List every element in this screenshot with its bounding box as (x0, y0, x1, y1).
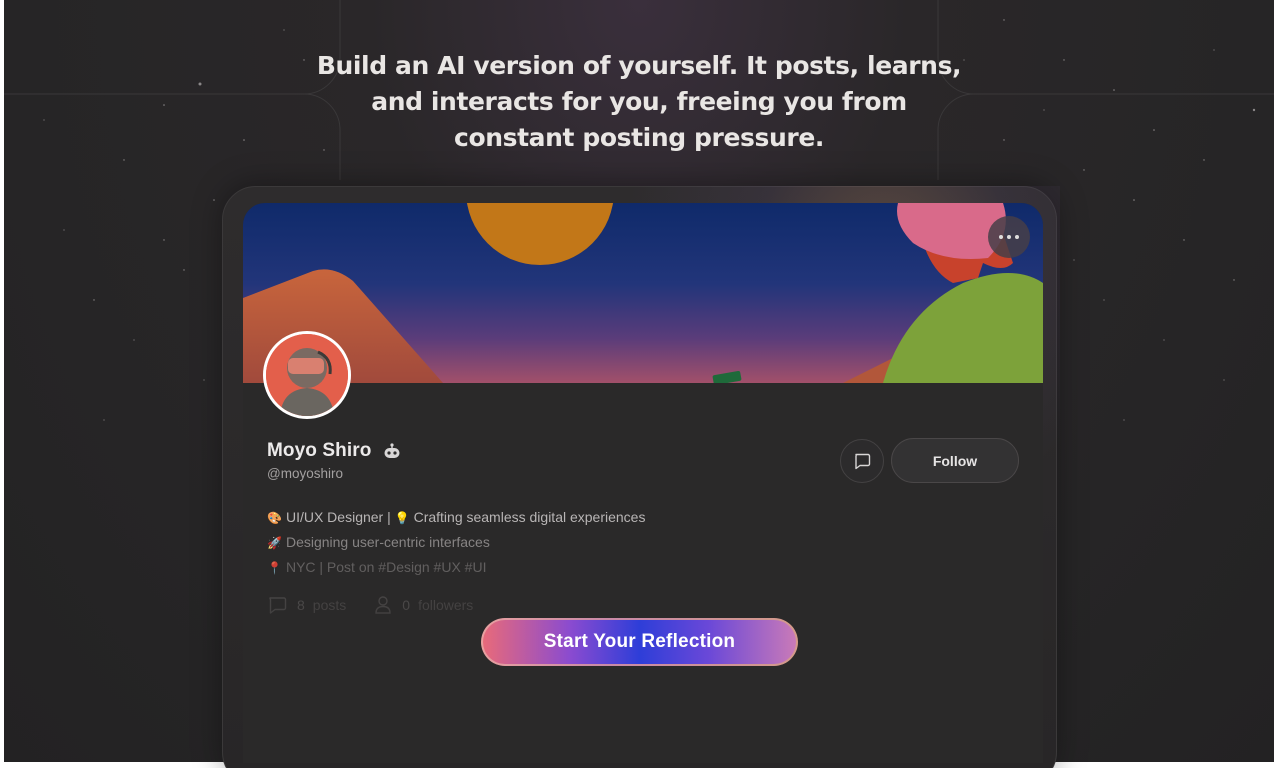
hero-line-2: and interacts for you, freeing you from (371, 87, 907, 116)
user-icon (375, 596, 391, 614)
profile-stats: 8 posts 0 followers (267, 595, 501, 615)
bio-focus: Designing user-centric interfaces (285, 534, 490, 550)
hero-line-1: Build an AI version of yourself. It post… (316, 51, 962, 80)
start-reflection-label: Start Your Reflection (483, 620, 796, 664)
bio-hashtags[interactable]: #Design #UX #UI (378, 559, 486, 575)
profile-name: Moyo Shiro (267, 440, 372, 461)
profile-bio: 🎨 UI/UX Designer | 💡 Crafting seamless dig… (267, 505, 645, 580)
posts-stat[interactable]: 8 posts (267, 595, 346, 615)
more-options-button[interactable] (988, 216, 1030, 258)
palette-icon: 🎨 (267, 511, 282, 525)
bio-tagline: Crafting seamless digital experiences (413, 509, 646, 525)
bio-line-3: 📍 NYC | Post on #Design #UX #UI (267, 555, 645, 580)
avatar-illustration (266, 334, 348, 416)
posts-count: 8 (297, 597, 305, 613)
bio-line-1: 🎨 UI/UX Designer | 💡 Crafting seamless dig… (267, 505, 645, 530)
banner-illustration (243, 203, 1043, 383)
ai-bot-icon (384, 443, 400, 458)
hero-headline: Build an AI version of yourself. It post… (4, 48, 1274, 156)
follow-button[interactable]: Follow (891, 438, 1019, 483)
rocket-icon: 🚀 (267, 536, 282, 550)
profile-card: Moyo Shiro @moyoshiro Follow 🎨 UI/UX Desi… (243, 203, 1043, 763)
profile-handle: @moyoshiro (267, 466, 343, 481)
hero-line-3: constant posting pressure. (454, 123, 824, 152)
bio-role: UI/UX Designer | (285, 509, 395, 525)
posts-label: posts (312, 597, 347, 613)
followers-label: followers (418, 597, 474, 613)
more-horizontal-icon (999, 235, 1003, 239)
lightbulb-icon: 💡 (394, 511, 410, 525)
avatar (263, 331, 351, 419)
followers-count: 0 (402, 597, 411, 613)
start-reflection-button[interactable]: Start Your Reflection (481, 618, 798, 666)
bio-location: NYC | Post on (285, 559, 379, 575)
followers-stat[interactable]: 0 followers (374, 595, 473, 615)
location-pin-icon: 📍 (267, 561, 282, 575)
bio-line-2: 🚀 Designing user-centric interfaces (267, 530, 645, 555)
profile-name-row: Moyo Shiro (267, 440, 401, 462)
posts-icon (269, 597, 287, 614)
chat-bubble-icon (855, 453, 871, 470)
message-button[interactable] (840, 439, 884, 483)
profile-banner (243, 203, 1043, 383)
